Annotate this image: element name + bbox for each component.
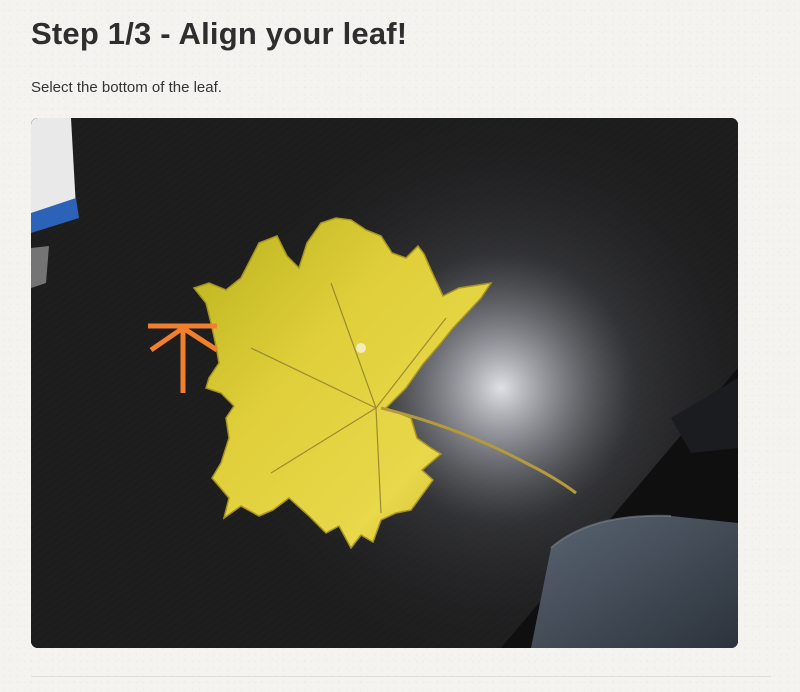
divider bbox=[31, 676, 771, 677]
instruction-text: Select the bottom of the leaf. bbox=[31, 79, 222, 96]
leaf-photo bbox=[31, 118, 738, 648]
leaf-photo-canvas[interactable] bbox=[31, 118, 738, 648]
page-title: Step 1/3 - Align your leaf! bbox=[31, 16, 408, 51]
